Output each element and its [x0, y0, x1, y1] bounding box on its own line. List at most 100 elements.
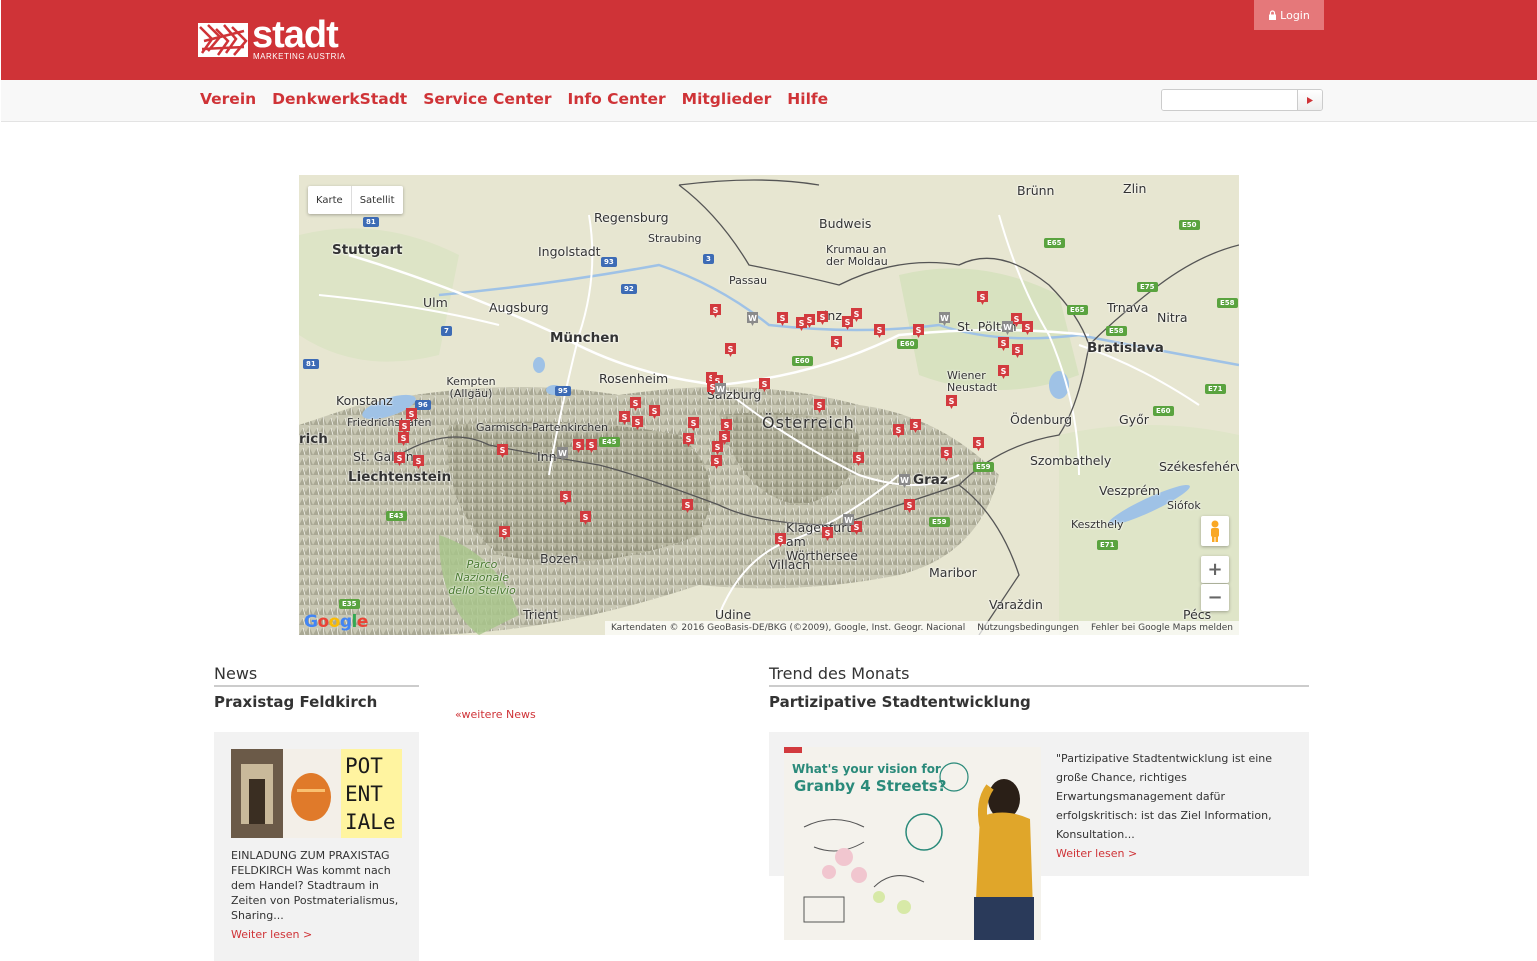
map-marker-stadt[interactable]: S: [973, 436, 984, 451]
news-read-more-link[interactable]: Weiter lesen >: [231, 927, 406, 942]
map-type-karte[interactable]: Karte: [308, 186, 351, 214]
map-pin-icon: S: [853, 452, 864, 466]
more-news-link[interactable]: «weitere News: [455, 708, 536, 721]
nav-item-service-center[interactable]: Service Center: [423, 90, 551, 108]
map-marker-werk[interactable]: W: [843, 513, 854, 528]
map-marker-stadt[interactable]: S: [946, 394, 957, 409]
map-marker-stadt[interactable]: S: [804, 313, 815, 328]
map-marker-stadt[interactable]: S: [1022, 320, 1033, 335]
road-shield: 81: [303, 359, 319, 369]
map-marker-stadt[interactable]: S: [630, 396, 641, 411]
map-marker-stadt[interactable]: S: [683, 432, 694, 447]
map-marker-stadt[interactable]: S: [853, 451, 864, 466]
trend-article-title[interactable]: Partizipative Stadtentwicklung: [769, 693, 1031, 711]
news-article-title[interactable]: Praxistag Feldkirch: [214, 693, 377, 711]
svg-text:S: S: [976, 439, 982, 448]
news-image[interactable]: POT ENT IALe: [231, 749, 402, 838]
trend-read-more-link[interactable]: Weiter lesen >: [1056, 844, 1296, 863]
map-marker-stadt[interactable]: S: [632, 415, 643, 430]
map-marker-stadt[interactable]: S: [580, 510, 591, 525]
map-marker-stadt[interactable]: S: [499, 525, 510, 540]
map-marker-stadt[interactable]: S: [893, 423, 904, 438]
map-marker-stadt[interactable]: S: [688, 416, 699, 431]
map-marker-stadt[interactable]: S: [831, 335, 842, 350]
map-marker-stadt[interactable]: S: [619, 410, 630, 425]
map-marker-stadt[interactable]: S: [586, 438, 597, 453]
google-logo-letter: G: [304, 612, 318, 632]
map[interactable]: Karte Satellit Brünn Zlin Regensburg Bud…: [299, 175, 1239, 635]
nav-item-info-center[interactable]: Info Center: [568, 90, 666, 108]
map-pin-icon: S: [874, 324, 885, 338]
map-marker-stadt[interactable]: S: [413, 454, 424, 469]
nav-item-mitglieder[interactable]: Mitglieder: [682, 90, 772, 108]
svg-text:S: S: [589, 441, 595, 450]
map-marker-stadt[interactable]: S: [394, 451, 405, 466]
map-pin-icon: W: [843, 514, 854, 528]
road-shield: E35: [339, 599, 360, 609]
news-excerpt: EINLADUNG ZUM PRAXISTAG FELDKIRCH Was ko…: [231, 848, 406, 942]
map-marker-stadt[interactable]: S: [711, 454, 722, 469]
google-logo[interactable]: Google: [304, 612, 368, 632]
map-marker-stadt[interactable]: S: [817, 310, 828, 325]
map-marker-stadt[interactable]: S: [851, 307, 862, 322]
map-type-satellit[interactable]: Satellit: [350, 186, 403, 214]
svg-text:S: S: [820, 313, 826, 322]
road-shield: E59: [929, 517, 950, 527]
map-marker-stadt[interactable]: S: [998, 364, 1009, 379]
map-marker-stadt[interactable]: S: [874, 323, 885, 338]
svg-text:S: S: [500, 446, 506, 455]
map-marker-werk[interactable]: W: [939, 311, 950, 326]
road-shield: 7: [441, 326, 452, 336]
map-terms-link[interactable]: Nutzungsbedingungen: [977, 623, 1079, 633]
map-pin-icon: S: [630, 397, 641, 411]
zoom-out-button[interactable]: −: [1201, 584, 1229, 611]
map-marker-stadt[interactable]: S: [998, 336, 1009, 351]
map-marker-stadt[interactable]: S: [573, 438, 584, 453]
map-marker-stadt[interactable]: S: [775, 532, 786, 547]
map-marker-stadt[interactable]: S: [682, 498, 693, 513]
zoom-in-button[interactable]: +: [1201, 556, 1229, 583]
street-view-pegman[interactable]: [1201, 516, 1229, 546]
map-marker-stadt[interactable]: S: [406, 407, 417, 422]
map-marker-werk[interactable]: W: [747, 311, 758, 326]
map-marker-stadt[interactable]: S: [822, 526, 833, 541]
map-marker-stadt[interactable]: S: [560, 490, 571, 505]
nav-item-verein[interactable]: Verein: [200, 90, 256, 108]
map-label-maribor: Maribor: [929, 565, 977, 580]
map-marker-stadt[interactable]: S: [910, 418, 921, 433]
map-marker-stadt[interactable]: S: [913, 323, 924, 338]
nav-item-denkwerkstadt[interactable]: DenkwerkStadt: [272, 90, 407, 108]
map-marker-werk[interactable]: W: [557, 446, 568, 461]
map-report-link[interactable]: Fehler bei Google Maps melden: [1091, 623, 1233, 633]
news-card: POT ENT IALe EINLADUNG ZUM PRAXISTAG FEL…: [214, 732, 419, 961]
map-marker-stadt[interactable]: S: [710, 303, 721, 318]
map-marker-stadt[interactable]: S: [725, 342, 736, 357]
map-marker-stadt[interactable]: S: [398, 431, 409, 446]
map-marker-werk[interactable]: W: [1002, 320, 1013, 335]
map-marker-stadt[interactable]: S: [977, 290, 988, 305]
play-arrow-icon: [1307, 96, 1313, 104]
map-pin-icon: S: [573, 439, 584, 453]
map-pin-icon: S: [904, 499, 915, 513]
map-marker-stadt[interactable]: S: [649, 404, 660, 419]
map-marker-stadt[interactable]: S: [777, 311, 788, 326]
map-marker-stadt[interactable]: S: [814, 398, 825, 413]
svg-text:S: S: [913, 421, 919, 430]
map-marker-stadt[interactable]: S: [941, 446, 952, 461]
svg-text:S: S: [778, 535, 784, 544]
map-marker-stadt[interactable]: S: [497, 443, 508, 458]
map-marker-stadt[interactable]: S: [1012, 343, 1023, 358]
nav-item-hilfe[interactable]: Hilfe: [787, 90, 828, 108]
login-button[interactable]: Login: [1254, 0, 1324, 30]
logo[interactable]: stadt MARKETING AUSTRIA: [198, 16, 346, 64]
map-marker-stadt[interactable]: S: [759, 377, 770, 392]
map-marker-stadt[interactable]: S: [712, 440, 723, 455]
map-marker-werk[interactable]: W: [899, 473, 910, 488]
search-input[interactable]: [1162, 90, 1297, 110]
map-marker-stadt[interactable]: S: [904, 498, 915, 513]
map-marker-werk[interactable]: W: [715, 382, 726, 397]
logo-subtitle: MARKETING AUSTRIA: [253, 52, 346, 61]
trend-image[interactable]: What's your vision for Granby 4 Streets?: [784, 747, 1041, 940]
map-label-trient: Trient: [523, 607, 558, 622]
search-button[interactable]: [1297, 90, 1322, 110]
